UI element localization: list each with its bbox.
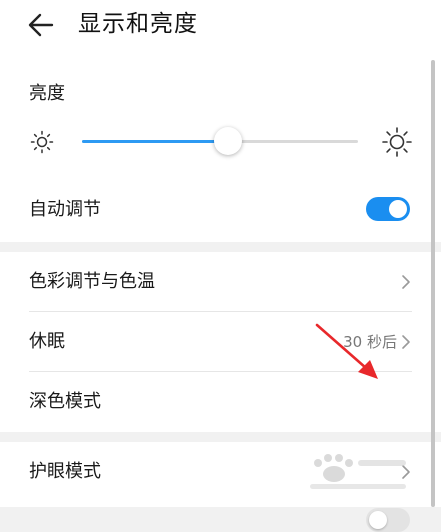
eye-protection-label: 护眼模式 <box>29 461 101 482</box>
brightness-label: 亮度 <box>29 83 65 104</box>
dark-mode-label: 深色模式 <box>29 391 101 412</box>
color-temperature-label: 色彩调节与色温 <box>29 271 155 292</box>
sun-large-icon <box>382 127 412 157</box>
sleep-label: 休眠 <box>29 331 65 352</box>
scrollbar[interactable] <box>431 60 435 507</box>
chevron-right-icon <box>402 335 410 349</box>
red-arrow-annotation-icon <box>315 323 378 379</box>
sun-small-icon <box>30 130 54 154</box>
watermark-logo-icon <box>310 454 406 489</box>
color-temperature-row[interactable]: 色彩调节与色温 <box>0 252 441 312</box>
auto-adjust-label: 自动调节 <box>29 199 101 220</box>
title-bar: 显示和亮度 <box>0 0 441 56</box>
toggle-knob <box>389 200 407 218</box>
slider-thumb[interactable] <box>214 127 243 155</box>
brightness-slider[interactable] <box>82 126 358 158</box>
auto-adjust-toggle[interactable] <box>366 197 410 221</box>
dark-mode-toggle[interactable] <box>366 508 410 532</box>
page-title: 显示和亮度 <box>78 11 198 37</box>
chevron-right-icon <box>402 275 410 289</box>
back-arrow-icon[interactable] <box>22 6 60 44</box>
brightness-card: 亮度 自动调节 <box>0 56 441 242</box>
toggle-knob <box>369 511 387 529</box>
slider-fill <box>82 140 229 143</box>
